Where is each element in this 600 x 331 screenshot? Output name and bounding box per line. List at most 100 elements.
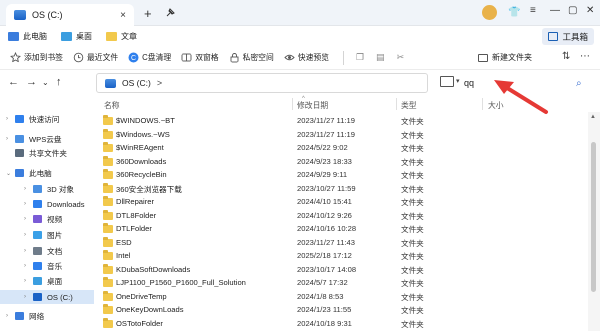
menu-icon[interactable]: ≡ — [530, 5, 536, 16]
paste-icon[interactable]: ▤ — [376, 52, 385, 63]
scrollbar-thumb[interactable] — [591, 142, 596, 292]
sidebar-item[interactable]: › Downloads — [0, 197, 94, 211]
more-icon[interactable]: ⋯ — [580, 51, 590, 62]
toolbox-button[interactable]: 工具箱 — [542, 28, 594, 45]
file-name: LJP1100_P1560_P1600_Full_Solution — [116, 278, 246, 287]
sort-icon[interactable]: ⇅ — [562, 51, 570, 62]
table-row[interactable]: DllRepairer 2024/4/10 15:41 文件夹 — [96, 196, 586, 210]
quick-item-this-pc[interactable]: 此电脑 — [8, 31, 47, 42]
file-name: 360RecycleBin — [116, 170, 167, 179]
file-type: 文件夹 — [401, 292, 424, 302]
recent-dropdown-icon[interactable]: ⌄ — [42, 78, 49, 87]
file-type: 文件夹 — [401, 144, 424, 153]
column-type[interactable]: 类型 — [401, 100, 417, 111]
sidebar-item[interactable]: › OS (C:) — [0, 290, 94, 304]
chevron-right-icon[interactable]: › — [24, 263, 33, 269]
sidebar-item[interactable]: › 视频 — [0, 212, 94, 226]
back-button[interactable]: ← — [8, 76, 19, 88]
table-row[interactable]: LJP1100_P1560_P1600_Full_Solution 2024/5/… — [96, 277, 586, 291]
table-row[interactable]: DTLFolder 2024/10/16 10:28 文件夹 — [96, 223, 586, 237]
sidebar-item-label: 音乐 — [47, 261, 63, 271]
private-space-button[interactable]: 私密空间 — [229, 52, 274, 63]
sidebar-item[interactable]: › WPS云盘 — [0, 132, 94, 146]
table-row[interactable]: DTL8Folder 2024/10/12 9:26 文件夹 — [96, 209, 586, 224]
column-name[interactable]: 名称 — [104, 100, 120, 111]
close-window-button[interactable]: ✕ — [586, 5, 594, 16]
quick-preview-button[interactable]: 快速预览 — [284, 52, 329, 63]
table-row[interactable]: OneKeyDownLoads 2024/1/23 11:55 文件夹 — [96, 304, 586, 318]
sidebar-item-label: Downloads — [47, 199, 85, 209]
table-row[interactable]: OSTotoFolder 2024/10/18 9:31 文件夹 — [96, 317, 586, 331]
sidebar-item[interactable]: › 网络 — [0, 309, 94, 323]
chevron-right-icon[interactable]: › — [24, 278, 33, 284]
sidebar-item[interactable]: › 图片 — [0, 228, 94, 242]
chevron-right-icon[interactable]: › — [6, 116, 15, 122]
pin-icon[interactable] — [165, 8, 175, 18]
new-folder-button[interactable]: 新建文件夹 — [478, 52, 532, 63]
chevron-right-icon[interactable]: › — [6, 313, 15, 319]
folder-icon — [103, 182, 113, 193]
command-label: C盘清理 — [142, 53, 172, 62]
table-row[interactable]: 360Downloads 2024/9/23 18:33 文件夹 — [96, 155, 586, 170]
bookmark-button[interactable]: 添加到书签 — [10, 52, 63, 63]
chevron-right-icon[interactable]: › — [6, 136, 15, 142]
sidebar-item[interactable]: › 音乐 — [0, 259, 94, 273]
column-date[interactable]: 修改日期 — [297, 100, 328, 111]
minimize-button[interactable]: — — [550, 5, 560, 16]
chevron-right-icon[interactable]: › — [24, 248, 33, 254]
divider — [292, 98, 293, 110]
table-row[interactable]: OneDriveTemp 2024/1/8 8:53 文件夹 — [96, 290, 586, 305]
view-mode-icon[interactable] — [440, 76, 454, 87]
chevron-right-icon[interactable]: › — [24, 216, 33, 222]
chevron-right-icon[interactable]: > — [157, 78, 162, 88]
dual-pane-button[interactable]: 双窗格 — [181, 52, 219, 63]
music-icon — [33, 262, 42, 270]
chevron-right-icon[interactable]: › — [24, 232, 33, 238]
avatar[interactable] — [482, 5, 497, 20]
table-row[interactable]: KDubaSoftDownloads 2023/10/17 14:08 文件夹 — [96, 263, 586, 278]
recent-files-button[interactable]: 最近文件 — [73, 52, 118, 63]
sidebar-item[interactable]: 共享文件夹 — [0, 146, 94, 160]
tab-close-icon[interactable]: × — [120, 10, 126, 21]
sidebar-item-label: OS (C:) — [47, 292, 73, 302]
sidebar-item[interactable]: › 快速访问 — [0, 112, 94, 126]
sidebar-item[interactable]: ⌄ 此电脑 — [0, 166, 94, 180]
new-tab-button[interactable]: + — [144, 6, 152, 21]
address-bar[interactable]: OS (C:) > — [96, 73, 428, 93]
table-row[interactable]: 360安全浏览器下载 2023/10/27 11:59 文件夹 — [96, 182, 586, 197]
table-row[interactable]: Intel 2025/2/18 17:12 文件夹 — [96, 250, 586, 264]
toolbox-icon — [548, 32, 559, 41]
chevron-right-icon[interactable]: › — [24, 201, 33, 207]
up-button[interactable]: ↑ — [56, 76, 62, 88]
file-name: $WinREAgent — [116, 143, 164, 152]
command-label: 最近文件 — [86, 53, 119, 62]
table-row[interactable]: ESD 2023/11/27 11:43 文件夹 — [96, 236, 586, 251]
chevron-down-icon[interactable]: ⌄ — [6, 170, 15, 177]
star-icon — [15, 115, 24, 123]
table-row[interactable]: 360RecycleBin 2024/9/29 9:11 文件夹 — [96, 169, 586, 183]
sidebar-item[interactable]: › 3D 对象 — [0, 182, 94, 196]
drive-icon — [14, 10, 26, 20]
chevron-right-icon[interactable]: › — [24, 186, 33, 192]
annotation-arrow-icon — [494, 80, 548, 114]
file-date: 2024/10/18 9:31 — [297, 318, 352, 328]
tab-os-c[interactable]: OS (C:) × — [6, 4, 134, 26]
table-row[interactable]: $WinREAgent 2024/5/22 9:02 文件夹 — [96, 142, 586, 156]
vertical-scrollbar[interactable]: ▲ — [588, 112, 600, 331]
sidebar-item[interactable]: › 桌面 — [0, 274, 94, 288]
skin-icon[interactable]: 👕 — [508, 7, 520, 18]
cut-icon[interactable]: ✂ — [397, 52, 405, 63]
quick-item-articles[interactable]: 文章 — [106, 31, 137, 42]
c-drive-clean-button[interactable]: C C盘清理 — [128, 52, 171, 63]
table-row[interactable]: $Windows.~WS 2023/11/27 11:19 文件夹 — [96, 128, 586, 143]
search-icon[interactable]: ⌕ — [576, 78, 582, 89]
scroll-up-icon[interactable]: ▲ — [590, 114, 596, 120]
maximize-button[interactable]: ▢ — [568, 5, 577, 16]
forward-button[interactable]: → — [26, 76, 37, 88]
quick-item-desktop[interactable]: 桌面 — [61, 31, 92, 42]
copy-icon[interactable]: ❐ — [356, 52, 364, 63]
chevron-right-icon[interactable]: › — [24, 294, 33, 300]
folder-icon — [103, 142, 113, 152]
sidebar-item[interactable]: › 文档 — [0, 244, 94, 258]
table-row[interactable]: $WINDOWS.~BT 2023/11/27 11:19 文件夹 — [96, 115, 586, 129]
